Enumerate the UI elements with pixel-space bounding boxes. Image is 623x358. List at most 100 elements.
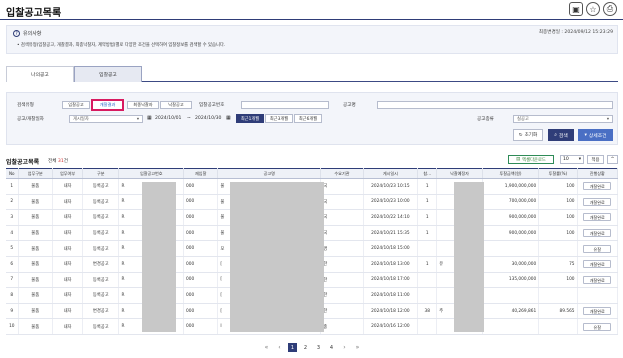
status-button[interactable]: 개찰완료 [583, 260, 612, 269]
page-button-3[interactable]: 3 [314, 343, 323, 352]
cell-biz: 물품 [18, 303, 53, 320]
tab-my-notices[interactable]: 나의공고 [6, 66, 74, 82]
status-button[interactable]: 개찰완료 [583, 197, 612, 206]
status-button[interactable]: 개찰완료 [583, 275, 612, 284]
detail-conditions-button[interactable]: ▾ 상세조건 [578, 129, 613, 141]
cell-cnt: 38 [417, 303, 438, 320]
cell-status: 개찰완료 [577, 178, 619, 195]
cell-rate [538, 240, 578, 257]
cell-re: 000 [183, 287, 219, 304]
cell-cnt: 1 [417, 194, 438, 211]
status-button[interactable]: 개찰완료 [583, 182, 612, 191]
range-1-month-button[interactable]: 최근1개월 [236, 114, 264, 123]
cell-kind: 내자 [52, 272, 84, 289]
cell-re: 000 [183, 178, 219, 195]
chip-bid-notice[interactable]: 입찰공고 [62, 101, 90, 109]
column-header[interactable]: 수요기관 [320, 168, 364, 179]
column-header[interactable]: 구분 [82, 168, 120, 179]
cell-div: 등록공고 [82, 225, 120, 242]
cell-biz: 물품 [18, 272, 53, 289]
category-value: 실공고 [517, 117, 529, 122]
status-button[interactable]: 개찰완료 [583, 229, 612, 238]
last-page-button[interactable]: » [353, 343, 362, 352]
total-suffix: 건 [63, 159, 69, 164]
cell-rate: 75 [538, 256, 578, 273]
reset-button[interactable]: ↻ 초기화 [513, 129, 543, 141]
next-page-button[interactable]: › [340, 343, 349, 352]
collapse-button[interactable]: ^ [607, 155, 618, 164]
chip-award-notice[interactable]: 낙찰공고 [160, 101, 192, 109]
status-button[interactable]: 개찰완료 [583, 307, 612, 316]
notice-no-input[interactable] [241, 101, 329, 109]
page-button-1[interactable]: 1 [288, 343, 297, 352]
calendar-icon[interactable]: ▦ [226, 115, 231, 121]
question-icon: ? [13, 30, 20, 37]
cell-status: 개찰완료 [577, 256, 619, 273]
cell-re: 000 [183, 225, 219, 242]
notice-name-label: 공고명 [343, 103, 356, 108]
calendar-icon[interactable]: ▦ [147, 115, 152, 121]
excel-icon: ▤ [516, 157, 521, 162]
chip-opening-result[interactable]: 개찰결과 [91, 99, 124, 111]
status-button[interactable]: 유찰 [583, 322, 612, 331]
first-page-button[interactable]: « [262, 343, 271, 352]
date-type-select[interactable]: 게시일자 ▾ [69, 115, 143, 123]
column-header[interactable]: No [6, 168, 19, 179]
column-header[interactable]: 공고명 [217, 168, 322, 179]
cell-no: 10 [6, 318, 19, 335]
page-button-2[interactable]: 2 [301, 343, 310, 352]
column-header[interactable]: 투찰금액(원) [482, 168, 540, 179]
category-select[interactable]: 실공고 ▾ [513, 115, 613, 123]
prev-page-button[interactable]: ‹ [275, 343, 284, 352]
date-to[interactable]: 2024/10/30 [195, 116, 221, 121]
cell-rate: 100 [538, 209, 578, 226]
cell-rate [538, 287, 578, 304]
column-header[interactable]: 진행상황 [577, 168, 619, 179]
date-type-value: 게시일자 [73, 117, 89, 122]
date-from[interactable]: 2024/10/01 [155, 116, 181, 121]
cell-org: 한 [320, 272, 364, 289]
chip-final-winner[interactable]: 최종낙찰자 [127, 101, 159, 109]
notice-no-label: 입찰공고번호 [199, 103, 225, 108]
refresh-icon: ↻ [518, 132, 523, 138]
redacted-block [230, 182, 324, 332]
detail-label: 상세조건 [588, 133, 607, 139]
column-header[interactable]: 참... [417, 168, 438, 179]
column-header[interactable]: 낙찰예정자 [436, 168, 483, 179]
date-label: 공고/개찰일자 [17, 117, 44, 122]
cell-cnt: 1 [417, 209, 438, 226]
range-3-month-button[interactable]: 최근3개월 [265, 114, 293, 123]
cell-div: 등록공고 [82, 287, 120, 304]
excel-download-button[interactable]: ▤ 엑셀다운로드 [508, 155, 554, 164]
cell-rate: 100 [538, 272, 578, 289]
notice-name-input[interactable] [377, 101, 613, 109]
cell-biz: 물품 [18, 240, 53, 257]
print-icon[interactable]: ⎙ [603, 2, 617, 16]
column-header[interactable]: 업무여부 [52, 168, 84, 179]
search-icon: ⌕ [554, 133, 557, 138]
bookmark-icon[interactable]: ▣ [569, 2, 583, 16]
range-6-month-button[interactable]: 최근6개월 [294, 114, 322, 123]
search-button[interactable]: ⌕ 검색 [548, 129, 574, 141]
column-header[interactable]: 게시일시 [363, 168, 419, 179]
star-icon[interactable]: ☆ [586, 2, 600, 16]
cell-date: 2024/10/16 12:00 [363, 318, 419, 335]
last-changed-date: 최종변경일 : 2024/09/12 15:23:29 [538, 30, 613, 35]
apply-button[interactable]: 적용 [587, 155, 604, 164]
cell-biz: 물품 [18, 287, 53, 304]
cell-org: 국 [320, 209, 364, 226]
column-header[interactable]: 업무구분 [18, 168, 53, 179]
column-header[interactable]: 재입찰 [183, 168, 219, 179]
status-button[interactable]: 개찰완료 [583, 213, 612, 222]
column-header[interactable]: 입찰공고번호 [118, 168, 185, 179]
page-title: 입찰공고목록 [6, 8, 62, 19]
page-size-select[interactable]: 10 ▾ [560, 155, 584, 164]
cell-status: 유찰 [577, 318, 619, 335]
cell-rate: 100 [538, 178, 578, 195]
cell-cnt: 1 [417, 178, 438, 195]
status-button[interactable]: 유찰 [583, 244, 612, 253]
header-icon-group: ▣ ☆ ⎙ [569, 2, 617, 16]
tab-bid-notices[interactable]: 입찰공고 [74, 66, 142, 82]
column-header[interactable]: 투찰률(%) [538, 168, 578, 179]
page-button-4[interactable]: 4 [327, 343, 336, 352]
